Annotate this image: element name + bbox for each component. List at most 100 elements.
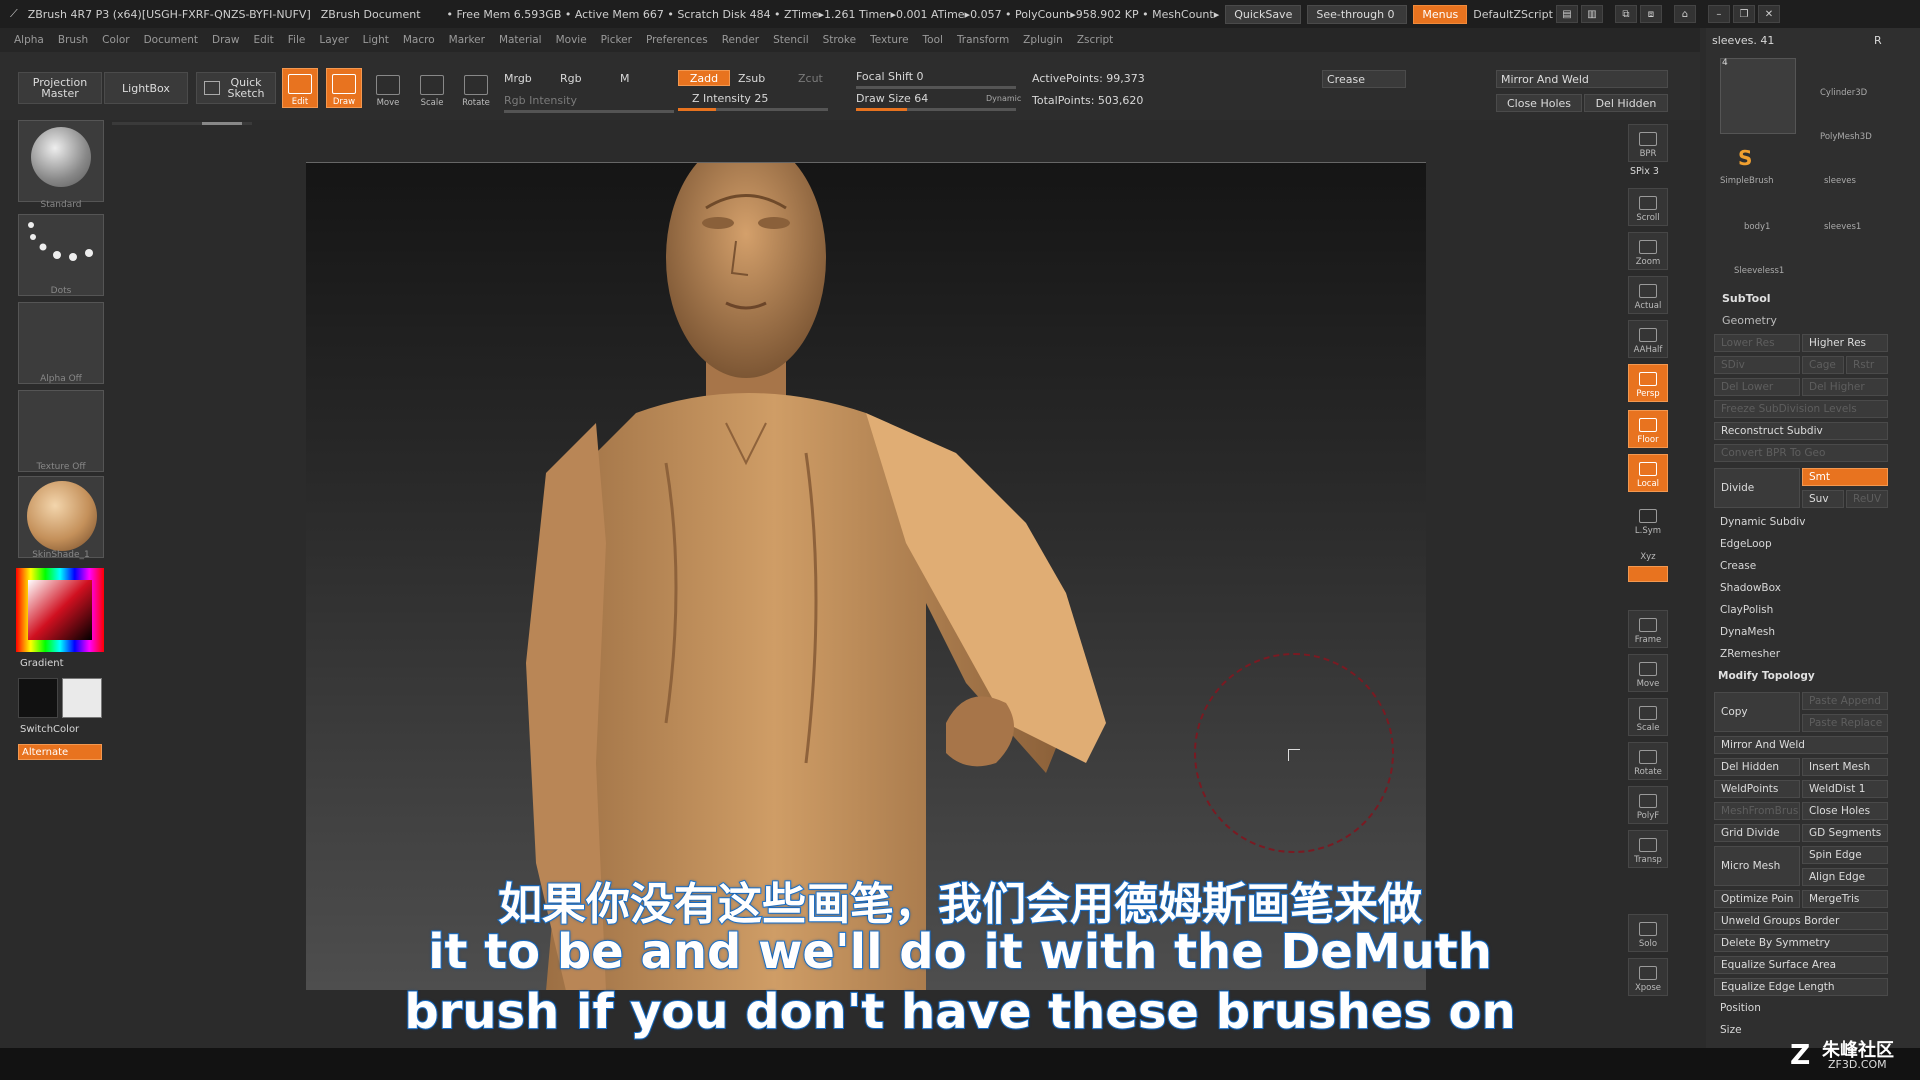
scale-tool-button[interactable]: Scale [414, 68, 450, 108]
quick-sketch-button[interactable]: Quick Sketch [196, 72, 276, 104]
m-button[interactable]: M [620, 72, 630, 85]
edgeloop-header[interactable]: EdgeLoop [1720, 538, 1772, 550]
grid-divide-button[interactable]: Grid Divide [1714, 824, 1800, 842]
menu-layer[interactable]: Layer [319, 34, 348, 46]
subtool-header[interactable]: SubTool [1722, 292, 1771, 305]
del-higher-button[interactable]: Del Higher [1802, 378, 1888, 396]
spix-slider[interactable]: SPix 3 [1630, 166, 1659, 177]
frame-button[interactable]: Frame [1628, 610, 1668, 648]
menu-stroke[interactable]: Stroke [823, 34, 856, 46]
polyf-button[interactable]: PolyF [1628, 786, 1668, 824]
close-holes-button[interactable]: Close Holes [1802, 802, 1888, 820]
minimize-icon[interactable]: – [1707, 5, 1730, 23]
alpha-thumbnail[interactable] [18, 302, 104, 384]
local-button[interactable]: Local [1628, 454, 1668, 492]
material-thumbnail[interactable] [18, 476, 104, 558]
spin-edge-button[interactable]: Spin Edge [1802, 846, 1888, 864]
welddist-slider[interactable]: WeldDist 1 [1802, 780, 1888, 798]
crease-header[interactable]: Crease [1720, 560, 1756, 572]
close-icon[interactable]: ✕ [1757, 5, 1780, 23]
menu-document[interactable]: Document [144, 34, 198, 46]
gd-segments-slider[interactable]: GD Segments [1802, 824, 1888, 842]
mrgb-button[interactable]: Mrgb [504, 72, 532, 85]
layout-icon-4[interactable]: ⧈ [1639, 5, 1662, 23]
rotate-tool-button[interactable]: Rotate [458, 68, 494, 108]
copy-button[interactable]: Copy [1714, 692, 1800, 732]
menu-render[interactable]: Render [722, 34, 759, 46]
lock-icon[interactable]: ⌂ [1673, 5, 1696, 23]
shadowbox-header[interactable]: ShadowBox [1720, 582, 1781, 594]
menu-zplugin[interactable]: Zplugin [1023, 34, 1063, 46]
menu-color[interactable]: Color [102, 34, 129, 46]
dynamic-toggle[interactable]: Dynamic [986, 94, 1021, 103]
move-tool-button[interactable]: Move [370, 68, 406, 108]
higher-res-button[interactable]: Higher Res [1802, 334, 1888, 352]
document-canvas[interactable] [306, 162, 1426, 990]
freeze-subdiv-button[interactable]: Freeze SubDivision Levels [1714, 400, 1888, 418]
paste-replace-button[interactable]: Paste Replace [1802, 714, 1888, 732]
dynamesh-header[interactable]: DynaMesh [1720, 626, 1775, 638]
menu-draw[interactable]: Draw [212, 34, 239, 46]
brush-thumbnail[interactable] [18, 120, 104, 202]
move-view-button[interactable]: Move [1628, 654, 1668, 692]
mirror-and-weld-button[interactable]: Mirror And Weld [1714, 736, 1888, 754]
convert-bpr-button[interactable]: Convert BPR To Geo [1714, 444, 1888, 462]
lsym-button[interactable]: L.Sym [1628, 500, 1668, 538]
draw-size-slider[interactable]: Draw Size 64 [856, 92, 928, 105]
smt-toggle[interactable]: Smt [1802, 468, 1888, 486]
gradient-label[interactable]: Gradient [20, 658, 64, 669]
menu-texture[interactable]: Texture [870, 34, 908, 46]
layout-icon-1[interactable]: ▤ [1555, 5, 1578, 23]
close-holes-shelf-button[interactable]: Close Holes [1496, 94, 1582, 112]
rgb-button[interactable]: Rgb [560, 72, 582, 85]
r-button[interactable]: R [1874, 34, 1882, 47]
menu-edit[interactable]: Edit [253, 34, 273, 46]
menu-alpha[interactable]: Alpha [14, 34, 44, 46]
menu-brush[interactable]: Brush [58, 34, 88, 46]
geometry-header[interactable]: Geometry [1722, 314, 1777, 327]
z-intensity-track[interactable] [678, 108, 828, 111]
crease-button[interactable]: Crease [1322, 70, 1406, 88]
projection-master-button[interactable]: Projection Master [18, 72, 102, 104]
color-picker[interactable] [16, 568, 104, 652]
focal-shift-track[interactable] [856, 86, 1016, 89]
menu-zscript[interactable]: Zscript [1077, 34, 1113, 46]
lightbox-button[interactable]: LightBox [104, 72, 188, 104]
menu-material[interactable]: Material [499, 34, 542, 46]
aahalf-button[interactable]: AAHalf [1628, 320, 1668, 358]
dynamic-subdiv-header[interactable]: Dynamic Subdiv [1720, 516, 1805, 528]
del-lower-button[interactable]: Del Lower [1714, 378, 1800, 396]
edit-tool-button[interactable]: Edit [282, 68, 318, 108]
cage-button[interactable]: Cage [1802, 356, 1844, 374]
zadd-button[interactable]: Zadd [678, 70, 730, 86]
menu-light[interactable]: Light [363, 34, 389, 46]
zcut-button[interactable]: Zcut [798, 72, 823, 85]
mirror-and-weld-shelf-button[interactable]: Mirror And Weld [1496, 70, 1668, 88]
rotate-view-button[interactable]: Rotate [1628, 742, 1668, 780]
main-color-swatch[interactable] [18, 678, 58, 718]
suv-toggle[interactable]: Suv [1802, 490, 1844, 508]
layout-icon-3[interactable]: ⧉ [1614, 5, 1637, 23]
menu-macro[interactable]: Macro [403, 34, 435, 46]
menu-movie[interactable]: Movie [556, 34, 587, 46]
menu-preferences[interactable]: Preferences [646, 34, 708, 46]
claypolish-header[interactable]: ClayPolish [1720, 604, 1773, 616]
menu-file[interactable]: File [288, 34, 306, 46]
xyz-button[interactable]: Xyz [1628, 540, 1668, 564]
menu-tool[interactable]: Tool [923, 34, 943, 46]
left-scroll[interactable] [112, 122, 252, 125]
tool-thumb-current[interactable] [1720, 58, 1796, 134]
menu-stencil[interactable]: Stencil [773, 34, 809, 46]
rstr-button[interactable]: Rstr [1846, 356, 1888, 374]
secondary-color-swatch[interactable] [62, 678, 102, 718]
paste-append-button[interactable]: Paste Append [1802, 692, 1888, 710]
del-hidden-button[interactable]: Del Hidden [1714, 758, 1800, 776]
quicksave-button[interactable]: QuickSave [1225, 4, 1302, 24]
simplebrush-icon[interactable]: S [1738, 146, 1760, 170]
rgb-intensity-track[interactable] [504, 110, 674, 113]
reconstruct-subdiv-button[interactable]: Reconstruct Subdiv [1714, 422, 1888, 440]
alternate-button[interactable]: Alternate [18, 744, 102, 760]
actual-button[interactable]: Actual [1628, 276, 1668, 314]
focal-shift-slider[interactable]: Focal Shift 0 [856, 70, 924, 83]
persp-button[interactable]: Persp [1628, 364, 1668, 402]
